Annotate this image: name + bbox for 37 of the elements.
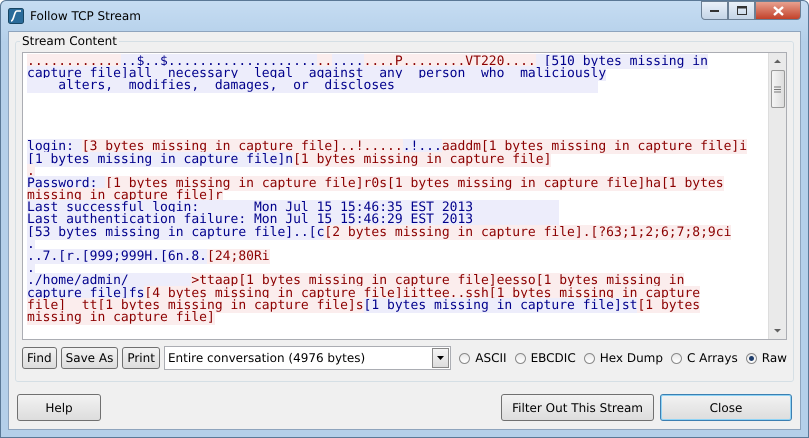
- stream-data: [1 bytes missing in capture file]r0s[1 bytes missing in capture file]ha[1 bytes: [105, 176, 724, 191]
- format-radio[interactable]: C Arrays: [670, 351, 738, 365]
- close-icon: [772, 6, 784, 16]
- stream-data: [2 bytes missing in capture file].[?63;1;2;6;7;8;9ci: [324, 224, 732, 240]
- close-button[interactable]: [755, 1, 801, 20]
- minimize-button[interactable]: [701, 1, 728, 20]
- stream-text-area[interactable]: [22, 52, 787, 340]
- dropdown-icon: [437, 356, 444, 360]
- scroll-thumb[interactable]: [770, 70, 784, 108]
- stream-data: ..7.[r.[999;999H.[6n.8.: [27, 249, 208, 264]
- toolbar-button[interactable]: Print: [122, 347, 160, 369]
- group-label: Stream Content: [20, 34, 119, 48]
- stream-data: [1 bytes missing in capture file]: [293, 152, 552, 166]
- maximize-icon: [736, 6, 746, 15]
- format-radio[interactable]: EBCDIC: [514, 351, 576, 365]
- minimize-icon: [710, 9, 719, 12]
- scrollbar[interactable]: [768, 53, 786, 339]
- dialog-button[interactable]: Filter Out This Stream: [501, 394, 654, 421]
- stream-data: [53 bytes missing in capture file]..[c: [27, 224, 324, 240]
- format-radio[interactable]: ASCII: [459, 351, 507, 365]
- fin-icon: [8, 8, 24, 24]
- stream-data: [1 bytes missing in capture file]n: [27, 152, 294, 166]
- toolbar-button[interactable]: Find: [22, 347, 57, 369]
- format-radio[interactable]: Raw: [746, 351, 787, 365]
- stream-data: aaddm[1 bytes missing in capture file]i: [442, 139, 748, 154]
- stream-data: missing in capture file]: [27, 310, 215, 325]
- format-radio[interactable]: Hex Dump: [584, 351, 663, 365]
- window-title: Follow TCP Stream: [30, 9, 142, 23]
- toolbar-button[interactable]: Save As: [60, 347, 118, 369]
- dialog-button[interactable]: Help: [17, 394, 101, 421]
- maximize-button[interactable]: [728, 1, 755, 20]
- stream-data: [24;80Ri: [207, 249, 270, 264]
- conversation-dropdown[interactable]: Entire conversation (4976 bytes): [164, 346, 452, 370]
- stream-data: alters, modifies, damages, or discloses: [27, 78, 598, 94]
- stream-data: [1 bytes missing in capture file]st: [364, 298, 638, 313]
- stream-data: [1 bytes: [637, 298, 700, 313]
- dialog-button[interactable]: Close: [660, 394, 792, 421]
